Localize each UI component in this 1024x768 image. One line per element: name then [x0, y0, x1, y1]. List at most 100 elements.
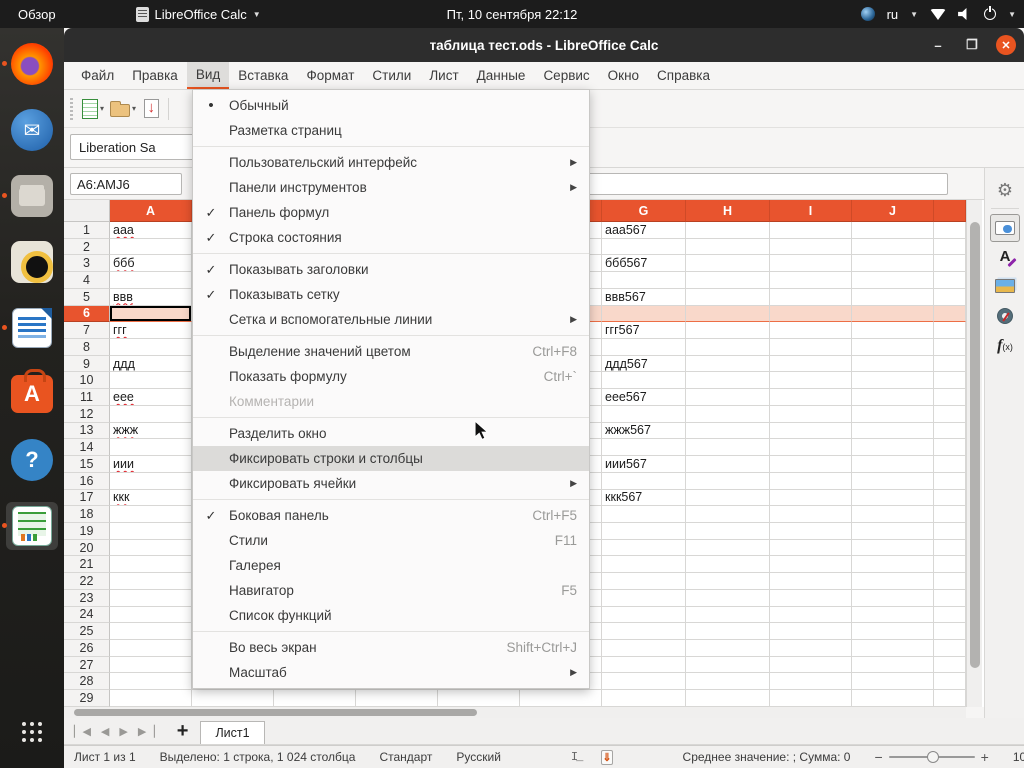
cell-A12[interactable] — [110, 406, 192, 423]
cell-G19[interactable] — [602, 523, 686, 540]
menu-item-фиксировать-строки-и-столбцы[interactable]: Фиксировать строки и столбцы — [193, 446, 589, 471]
cell-G11[interactable]: еее567 — [602, 389, 686, 406]
cell-I26[interactable] — [770, 640, 852, 657]
menu-item-обычный[interactable]: •Обычный — [193, 93, 589, 118]
cell-J25[interactable] — [852, 623, 934, 640]
row-header-12[interactable]: 12 — [64, 406, 110, 423]
cell-G24[interactable] — [602, 607, 686, 624]
cell-I6[interactable] — [770, 306, 852, 323]
vertical-scrollbar[interactable] — [966, 200, 982, 707]
cell-G10[interactable] — [602, 372, 686, 389]
cell-J16[interactable] — [852, 473, 934, 490]
cell-G20[interactable] — [602, 540, 686, 557]
cell-K15[interactable] — [934, 456, 966, 473]
save-icon[interactable] — [139, 95, 163, 123]
cell-H29[interactable] — [686, 690, 770, 707]
cell-E29[interactable] — [438, 690, 520, 707]
activities-button[interactable]: Обзор — [0, 7, 74, 22]
cell-G8[interactable] — [602, 339, 686, 356]
cell-K21[interactable] — [934, 556, 966, 573]
cell-G26[interactable] — [602, 640, 686, 657]
language-status[interactable]: Русский — [452, 750, 505, 764]
zoom-slider-thumb[interactable] — [927, 751, 939, 763]
cell-J18[interactable] — [852, 506, 934, 523]
cell-I15[interactable] — [770, 456, 852, 473]
cell-I9[interactable] — [770, 356, 852, 373]
cell-H18[interactable] — [686, 506, 770, 523]
row-header-19[interactable]: 19 — [64, 523, 110, 540]
cell-K16[interactable] — [934, 473, 966, 490]
cell-G22[interactable] — [602, 573, 686, 590]
cell-H4[interactable] — [686, 272, 770, 289]
menu-вид[interactable]: Вид — [187, 62, 229, 89]
sidebar-navigator-button[interactable] — [990, 302, 1020, 330]
cell-G15[interactable]: иии567 — [602, 456, 686, 473]
row-header-10[interactable]: 10 — [64, 372, 110, 389]
column-header-A[interactable]: A — [110, 200, 192, 222]
menu-item-разделить-окно[interactable]: Разделить окно — [193, 421, 589, 446]
cell-G5[interactable]: ввв567 — [602, 289, 686, 306]
column-header-J[interactable]: J — [852, 200, 934, 222]
row-header-9[interactable]: 9 — [64, 356, 110, 373]
cell-J29[interactable] — [852, 690, 934, 707]
cell-J17[interactable] — [852, 490, 934, 507]
cell-H20[interactable] — [686, 540, 770, 557]
cell-I13[interactable] — [770, 423, 852, 440]
dropdown-arrow-icon[interactable]: ▾ — [100, 104, 104, 113]
row-header-18[interactable]: 18 — [64, 506, 110, 523]
cell-H25[interactable] — [686, 623, 770, 640]
restore-button[interactable]: ❐ — [962, 35, 982, 55]
sidebar-properties-button[interactable] — [990, 214, 1020, 242]
cell-G1[interactable]: ааа567 — [602, 222, 686, 239]
cell-G13[interactable]: жжж567 — [602, 423, 686, 440]
menu-формат[interactable]: Формат — [297, 62, 363, 89]
cell-G12[interactable] — [602, 406, 686, 423]
cell-A21[interactable] — [110, 556, 192, 573]
volume-icon[interactable] — [958, 8, 972, 20]
menu-item-боковая-панель[interactable]: ✓Боковая панельCtrl+F5 — [193, 503, 589, 528]
cell-I21[interactable] — [770, 556, 852, 573]
cell-K2[interactable] — [934, 239, 966, 256]
cell-G18[interactable] — [602, 506, 686, 523]
row-header-23[interactable]: 23 — [64, 590, 110, 607]
menu-стили[interactable]: Стили — [363, 62, 420, 89]
cell-K24[interactable] — [934, 607, 966, 624]
row-header-11[interactable]: 11 — [64, 389, 110, 406]
menu-сервис[interactable]: Сервис — [534, 62, 598, 89]
cell-K11[interactable] — [934, 389, 966, 406]
column-header-H[interactable]: H — [686, 200, 770, 222]
cell-A11[interactable]: еее — [110, 389, 192, 406]
row-header-15[interactable]: 15 — [64, 456, 110, 473]
close-button[interactable]: ✕ — [996, 35, 1016, 55]
row-header-21[interactable]: 21 — [64, 556, 110, 573]
cell-I23[interactable] — [770, 590, 852, 607]
cell-A8[interactable] — [110, 339, 192, 356]
add-sheet-button[interactable]: + — [165, 720, 201, 743]
cell-I27[interactable] — [770, 657, 852, 674]
menu-item-во-весь-экран[interactable]: Во весь экранShift+Ctrl+J — [193, 635, 589, 660]
menu-item-список-функций[interactable]: Список функций — [193, 603, 589, 628]
menu-item-выделение-значений-цветом[interactable]: Выделение значений цветомCtrl+F8 — [193, 339, 589, 364]
menu-item-показать-формулу[interactable]: Показать формулуCtrl+` — [193, 364, 589, 389]
cell-A2[interactable] — [110, 239, 192, 256]
zoom-in-button[interactable]: + — [981, 749, 989, 765]
cell-J7[interactable] — [852, 322, 934, 339]
cell-I29[interactable] — [770, 690, 852, 707]
row-header-5[interactable]: 5 — [64, 289, 110, 306]
cell-J24[interactable] — [852, 607, 934, 624]
app-indicator-icon[interactable] — [861, 7, 875, 21]
cell-G9[interactable]: ддд567 — [602, 356, 686, 373]
cell-A20[interactable] — [110, 540, 192, 557]
cell-G27[interactable] — [602, 657, 686, 674]
menu-item-панель-формул[interactable]: ✓Панель формул — [193, 200, 589, 225]
row-header-8[interactable]: 8 — [64, 339, 110, 356]
cell-A7[interactable]: ггг — [110, 322, 192, 339]
menu-вставка[interactable]: Вставка — [229, 62, 297, 89]
cell-H23[interactable] — [686, 590, 770, 607]
active-app-menu[interactable]: LibreOffice Calc ▼ — [136, 7, 261, 22]
cell-J21[interactable] — [852, 556, 934, 573]
cell-A24[interactable] — [110, 607, 192, 624]
statistics-status[interactable]: Среднее значение: ; Сумма: 0 — [679, 750, 855, 764]
cell-K22[interactable] — [934, 573, 966, 590]
row-header-26[interactable]: 26 — [64, 640, 110, 657]
